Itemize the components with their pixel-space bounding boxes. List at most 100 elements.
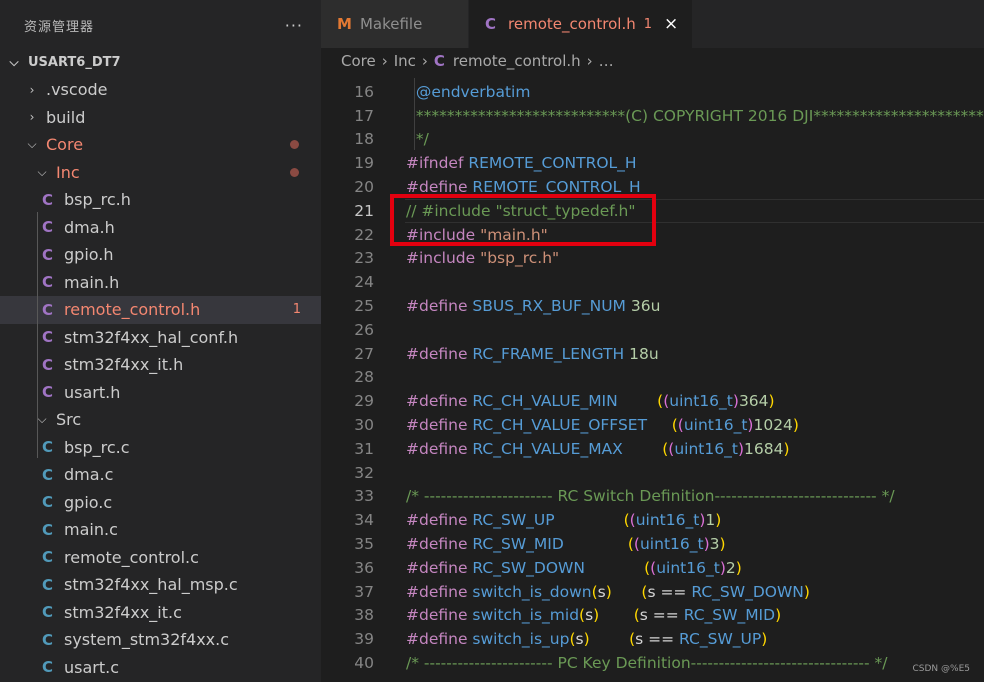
code-token: switch_is_down bbox=[472, 582, 592, 601]
code-token: RC_CH_VALUE_OFFSET bbox=[472, 416, 648, 435]
code-token: /* ----------------------- RC Switch Def… bbox=[406, 487, 895, 506]
c-source-icon: C bbox=[42, 658, 54, 677]
tab-makefile[interactable]: M Makefile bbox=[321, 0, 469, 48]
tree-file-main-c[interactable]: C main.c bbox=[0, 516, 321, 544]
tree-folder-build[interactable]: › build bbox=[0, 104, 321, 132]
breadcrumb-inc[interactable]: Inc bbox=[394, 52, 416, 70]
code-token: REMOTE_CONTROL_H bbox=[468, 154, 637, 173]
code-line[interactable]: 38 #define switch_is_mid(s) (s == RC_SW_M… bbox=[321, 604, 984, 628]
tree-file-remote-control-c[interactable]: C remote_control.c bbox=[0, 544, 321, 572]
tree-file-gpio-h[interactable]: C gpio.h bbox=[0, 241, 321, 269]
code-line[interactable]: 17 ***************************(C) COPYRI… bbox=[321, 104, 984, 128]
c-source-icon: C bbox=[42, 438, 54, 457]
code-token: #define bbox=[406, 297, 473, 316]
close-icon[interactable]: × bbox=[664, 14, 678, 34]
code-text: #define RC_SW_DOWN ((uint16_t)2) bbox=[406, 559, 742, 577]
code-line[interactable]: 33 /* ----------------------- RC Switch D… bbox=[321, 485, 984, 509]
code-text: #define RC_CH_VALUE_OFFSET ((uint16_t)10… bbox=[406, 416, 799, 434]
code-token: s bbox=[575, 630, 584, 649]
code-line[interactable]: 19 #ifndef REMOTE_CONTROL_H bbox=[321, 151, 984, 175]
code-text: #define RC_SW_MID ((uint16_t)3) bbox=[406, 535, 726, 553]
code-token: RC_SW_DOWN bbox=[691, 582, 804, 601]
code-line[interactable]: 24 bbox=[321, 270, 984, 294]
code-token: RC_SW_MID bbox=[683, 606, 776, 625]
tree-file-gpio-c[interactable]: C gpio.c bbox=[0, 489, 321, 517]
tree-file-dma-h[interactable]: C dma.h bbox=[0, 214, 321, 242]
tree-item-label: main.h bbox=[64, 272, 120, 292]
tree-file-dma-c[interactable]: C dma.c bbox=[0, 461, 321, 489]
code-line[interactable]: 36 #define RC_SW_DOWN ((uint16_t)2) bbox=[321, 556, 984, 580]
tree-file-bsp-rc-h[interactable]: C bsp_rc.h bbox=[0, 186, 321, 214]
code-token: 364 bbox=[738, 392, 769, 411]
code-line[interactable]: 26 bbox=[321, 318, 984, 342]
line-number: 23 bbox=[354, 249, 374, 268]
breadcrumb-file[interactable]: remote_control.h bbox=[453, 52, 581, 70]
line-number: 35 bbox=[354, 535, 374, 554]
code-line[interactable]: 18 */ bbox=[321, 128, 984, 152]
code-token: #ifndef bbox=[406, 154, 469, 173]
tree-file-hal-msp-c[interactable]: C stm32f4xx_hal_msp.c bbox=[0, 571, 321, 599]
line-number: 36 bbox=[354, 558, 374, 577]
tree-file-it-c[interactable]: C stm32f4xx_it.c bbox=[0, 599, 321, 627]
breadcrumb-symbols[interactable]: … bbox=[599, 52, 614, 70]
tree-file-remote-control-h[interactable]: C remote_control.h 1 bbox=[0, 296, 321, 324]
code-token: 36u bbox=[630, 297, 661, 316]
code-token: /* ----------------------- PC Key Defini… bbox=[406, 654, 888, 673]
code-token: */ bbox=[406, 130, 429, 149]
tree-folder-vscode[interactable]: › .vscode bbox=[0, 76, 321, 104]
code-line[interactable]: 25 #define SBUS_RX_BUF_NUM 36u bbox=[321, 294, 984, 318]
code-text: #ifndef REMOTE_CONTROL_H bbox=[406, 154, 637, 172]
code-line[interactable]: 27 #define RC_FRAME_LENGTH 18u bbox=[321, 342, 984, 366]
line-number: 18 bbox=[354, 130, 374, 149]
code-line[interactable]: 34 #define RC_SW_UP ((uint16_t)1) bbox=[321, 508, 984, 532]
tree-folder-core[interactable]: ⌵ Core bbox=[0, 131, 321, 159]
tree-item-label: usart.h bbox=[64, 382, 121, 402]
breadcrumb-core[interactable]: Core bbox=[341, 52, 376, 70]
code-line[interactable]: 16 @endverbatim bbox=[321, 80, 984, 104]
code-line[interactable]: 29 #define RC_CH_VALUE_MIN ((uint16_t)364… bbox=[321, 389, 984, 413]
breadcrumb: Core › Inc › C remote_control.h › … bbox=[321, 48, 984, 74]
c-source-icon: C bbox=[42, 465, 54, 484]
line-number: 30 bbox=[354, 416, 374, 435]
code-line[interactable]: 28 bbox=[321, 366, 984, 390]
tree-file-hal-conf-h[interactable]: C stm32f4xx_hal_conf.h bbox=[0, 324, 321, 352]
code-token: ) bbox=[735, 558, 742, 577]
tree-file-it-h[interactable]: C stm32f4xx_it.h bbox=[0, 351, 321, 379]
line-number: 37 bbox=[354, 582, 374, 601]
tree-file-main-h[interactable]: C main.h bbox=[0, 269, 321, 297]
code-token: #define bbox=[406, 606, 473, 625]
makefile-icon: M bbox=[337, 15, 352, 33]
code-token: s bbox=[585, 606, 594, 625]
code-text: #define RC_FRAME_LENGTH 18u bbox=[406, 345, 659, 363]
code-line[interactable]: 35 #define RC_SW_MID ((uint16_t)3) bbox=[321, 532, 984, 556]
tree-file-bsp-rc-c[interactable]: C bsp_rc.c bbox=[0, 434, 321, 462]
tree-file-usart-c[interactable]: C usart.c bbox=[0, 654, 321, 682]
tab-remote-control-h[interactable]: C remote_control.h 1 × bbox=[469, 0, 694, 48]
code-token: s == bbox=[635, 630, 680, 649]
code-line[interactable]: 40 /* ----------------------- PC Key Defi… bbox=[321, 651, 984, 675]
highlight-annotation-box bbox=[390, 194, 656, 246]
code-line[interactable]: 30 #define RC_CH_VALUE_OFFSET ((uint16_t)… bbox=[321, 413, 984, 437]
tree-root-folder[interactable]: ⌵ USART6_DT7 bbox=[0, 50, 321, 74]
code-line[interactable]: 39 #define switch_is_up(s) (s == RC_SW_UP… bbox=[321, 627, 984, 651]
code-line[interactable]: 31 #define RC_CH_VALUE_MAX ((uint16_t)168… bbox=[321, 437, 984, 461]
code-line[interactable]: 32 bbox=[321, 461, 984, 485]
line-number: 31 bbox=[354, 439, 374, 458]
line-number: 29 bbox=[354, 392, 374, 411]
tree-folder-src[interactable]: ⌵ Src bbox=[0, 406, 321, 434]
c-header-icon: C bbox=[42, 328, 54, 347]
c-source-icon: C bbox=[42, 520, 54, 539]
code-editor[interactable]: 16 @endverbatim 17 **********************… bbox=[321, 78, 984, 682]
code-line[interactable]: 23 #include "bsp_rc.h" bbox=[321, 247, 984, 271]
c-source-icon: C bbox=[42, 575, 54, 594]
line-number: 40 bbox=[354, 654, 374, 673]
more-actions-icon[interactable]: ··· bbox=[285, 16, 303, 35]
code-line[interactable]: 37 #define switch_is_down(s) (s == RC_SW_… bbox=[321, 580, 984, 604]
tree-file-system-c[interactable]: C system_stm32f4xx.c bbox=[0, 626, 321, 654]
tree-folder-inc[interactable]: ⌵ Inc bbox=[0, 159, 321, 187]
c-header-icon: C bbox=[42, 300, 54, 319]
tree-file-usart-h[interactable]: C usart.h bbox=[0, 379, 321, 407]
